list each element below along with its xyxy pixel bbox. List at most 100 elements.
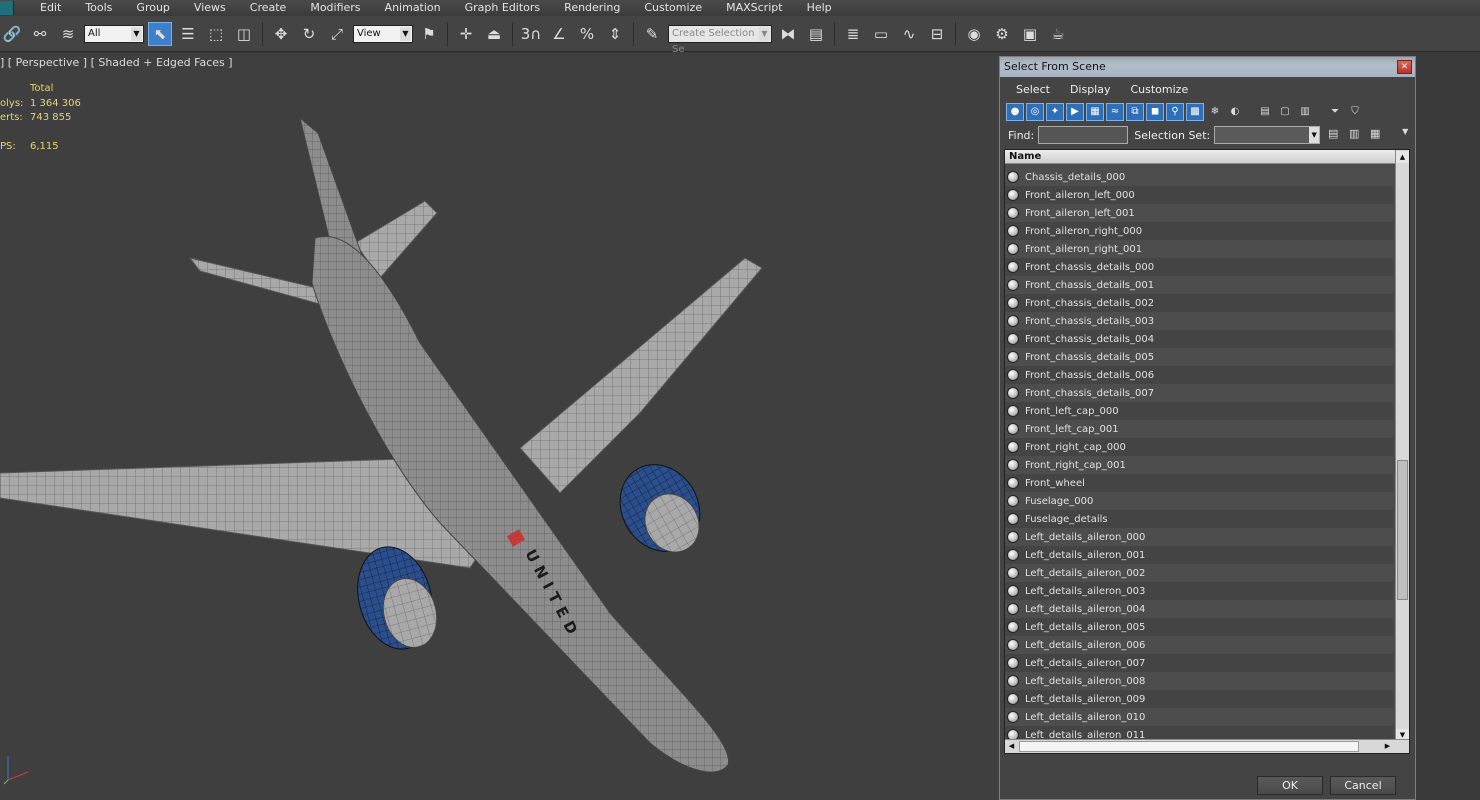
display-none-icon[interactable]: ▢ (1276, 103, 1294, 121)
render-production-icon[interactable]: ☕ (1046, 22, 1070, 46)
display-lights-icon[interactable]: ✦ (1046, 103, 1064, 121)
ok-button[interactable]: OK (1257, 776, 1323, 795)
horizontal-scroll-thumb[interactable] (1019, 741, 1359, 752)
list-item[interactable]: Front_chassis_details_005 (1005, 348, 1393, 366)
list-item[interactable]: Front_chassis_details_000 (1005, 258, 1393, 276)
list-item[interactable]: Left_details_aileron_008 (1005, 672, 1393, 690)
menu-views[interactable]: Views (182, 0, 238, 16)
list-item[interactable]: Left_details_aileron_004 (1005, 600, 1393, 618)
perspective-viewport[interactable]: UNITED ] [ Perspective ] [ Shaded + Edge… (0, 53, 1000, 800)
pivot-center-icon[interactable]: ⚑ (417, 22, 441, 46)
scroll-right-icon[interactable]: ▶ (1381, 740, 1394, 753)
menu-modifiers[interactable]: Modifiers (298, 0, 372, 16)
scroll-left-icon[interactable]: ◀ (1005, 740, 1018, 753)
list-item[interactable]: Chassis_details_000 (1005, 168, 1393, 186)
select-all-icon[interactable]: ▤ (1325, 127, 1341, 143)
list-item[interactable]: Left_details_aileron_001 (1005, 546, 1393, 564)
link-icon[interactable]: 🔗 (0, 22, 24, 46)
select-invert-icon[interactable]: ▦ (1367, 127, 1383, 143)
list-item[interactable]: Front_right_cap_001 (1005, 456, 1393, 474)
display-bones-icon[interactable]: ⚲ (1166, 103, 1184, 121)
rect-selection-icon[interactable]: ⬚ (204, 22, 228, 46)
viewport-label[interactable]: ] [ Perspective ] [ Shaded + Edged Faces… (0, 56, 233, 69)
display-shapes-icon[interactable]: ◎ (1026, 103, 1044, 121)
select-by-name-icon[interactable]: ☰ (176, 22, 200, 46)
list-item[interactable]: Front_chassis_details_006 (1005, 366, 1393, 384)
snaps-toggle-icon[interactable]: 3 ∩ (519, 22, 543, 46)
filter-icon[interactable]: ⏷ (1326, 103, 1344, 121)
display-groups-icon[interactable]: ⧉ (1126, 103, 1144, 121)
menu-graph-editors[interactable]: Graph Editors (453, 0, 553, 16)
list-item[interactable]: Left_details_aileron_005 (1005, 618, 1393, 636)
material-editor-icon[interactable]: ◉ (962, 22, 986, 46)
close-icon[interactable]: ✕ (1397, 60, 1412, 74)
list-item[interactable]: Front_left_cap_001 (1005, 420, 1393, 438)
vertical-scrollbar[interactable]: ▲ ▼ (1395, 150, 1409, 742)
list-item[interactable]: Left_details_aileron_010 (1005, 708, 1393, 726)
list-item[interactable]: Left_details_aileron_009 (1005, 690, 1393, 708)
menu-maxscript[interactable]: MAXScript (714, 0, 794, 16)
schematic-view-icon[interactable]: ⊟ (925, 22, 949, 46)
dialog-title-bar[interactable]: Select From Scene ✕ (1000, 57, 1415, 77)
list-item[interactable]: Front_aileron_right_000 (1005, 222, 1393, 240)
display-helpers-icon[interactable]: ▦ (1086, 103, 1104, 121)
window-crossing-icon[interactable]: ◫ (232, 22, 256, 46)
object-list[interactable]: Name Chassis_details_000 Front_aileron_le… (1004, 149, 1410, 754)
rendered-frame-icon[interactable]: ▣ (1018, 22, 1042, 46)
mirror-icon[interactable]: ⧓ (776, 22, 800, 46)
list-item[interactable]: Left_details_aileron_000 (1005, 528, 1393, 546)
list-item[interactable]: Left_details_aileron_006 (1005, 636, 1393, 654)
list-item[interactable]: Left_details_aileron_003 (1005, 582, 1393, 600)
list-item[interactable]: Front_chassis_details_007 (1005, 384, 1393, 402)
display-containers-icon[interactable]: ▩ (1186, 103, 1204, 121)
move-icon[interactable]: ✥ (269, 22, 293, 46)
cancel-button[interactable]: Cancel (1330, 776, 1396, 795)
reference-coordinate-dropdown[interactable]: View ▼ (353, 24, 413, 43)
list-item[interactable]: Front_chassis_details_002 (1005, 294, 1393, 312)
name-column-header[interactable]: Name (1005, 150, 1409, 164)
named-selection-sets-dropdown[interactable]: Create Selection Se ▼ (668, 24, 772, 55)
list-item[interactable]: Front_right_cap_000 (1005, 438, 1393, 456)
layer-manager-icon[interactable]: ≣ (841, 22, 865, 46)
app-logo-icon[interactable] (0, 1, 14, 15)
display-hidden-icon[interactable]: ◐ (1226, 103, 1244, 121)
manipulate-icon[interactable]: ✛ (454, 22, 478, 46)
menu-tools[interactable]: Tools (73, 0, 124, 16)
bind-spacewarp-icon[interactable]: ≋ (56, 22, 80, 46)
spinner-snap-icon[interactable]: ⇕ (603, 22, 627, 46)
keyboard-shortcut-icon[interactable]: ⏏ (482, 22, 506, 46)
select-object-icon[interactable]: ⬉ (148, 21, 172, 46)
invert-display-icon[interactable]: ▥ (1296, 103, 1314, 121)
menu-group[interactable]: Group (124, 0, 182, 16)
menu-help[interactable]: Help (795, 0, 844, 16)
curve-editor-icon[interactable]: ∿ (897, 22, 921, 46)
display-geometry-icon[interactable]: ● (1006, 103, 1024, 121)
menu-create[interactable]: Create (238, 0, 299, 16)
list-item[interactable]: Fuselage_details (1005, 510, 1393, 528)
display-spacewarps-icon[interactable]: ≈ (1106, 103, 1124, 121)
list-item[interactable]: Front_aileron_left_000 (1005, 186, 1393, 204)
display-cameras-icon[interactable]: ▶ (1066, 103, 1084, 121)
horizontal-scrollbar[interactable]: ◀ ▶ (1005, 739, 1409, 753)
selection-set-dropdown[interactable]: ▼ (1214, 126, 1321, 144)
render-setup-icon[interactable]: ⚙ (990, 22, 1014, 46)
list-item[interactable]: Front_chassis_details_001 (1005, 276, 1393, 294)
scroll-up-icon[interactable]: ▲ (1396, 151, 1409, 163)
list-item[interactable]: Front_aileron_left_001 (1005, 204, 1393, 222)
ribbon-toggle-icon[interactable]: ▭ (869, 22, 893, 46)
vertical-scroll-thumb[interactable] (1397, 460, 1408, 600)
list-item[interactable]: Left_details_aileron_002 (1005, 564, 1393, 582)
list-item[interactable]: Front_aileron_right_001 (1005, 240, 1393, 258)
menu-rendering[interactable]: Rendering (552, 0, 632, 16)
list-item[interactable]: Front_left_cap_000 (1005, 402, 1393, 420)
select-none-icon[interactable]: ▥ (1346, 127, 1362, 143)
percent-snap-icon[interactable]: % (575, 22, 599, 46)
list-item[interactable]: Left_details_aileron_007 (1005, 654, 1393, 672)
menu-customize[interactable]: Customize (632, 0, 714, 16)
expand-chevron-icon[interactable]: ▼ (1397, 127, 1413, 143)
display-all-icon[interactable]: ▤ (1256, 103, 1274, 121)
menu-customize[interactable]: Customize (1120, 83, 1198, 96)
angle-snap-icon[interactable]: ∠ (547, 22, 571, 46)
unlink-icon[interactable]: ⚯ (28, 22, 52, 46)
edit-named-selection-icon[interactable]: ✎ (640, 22, 664, 46)
